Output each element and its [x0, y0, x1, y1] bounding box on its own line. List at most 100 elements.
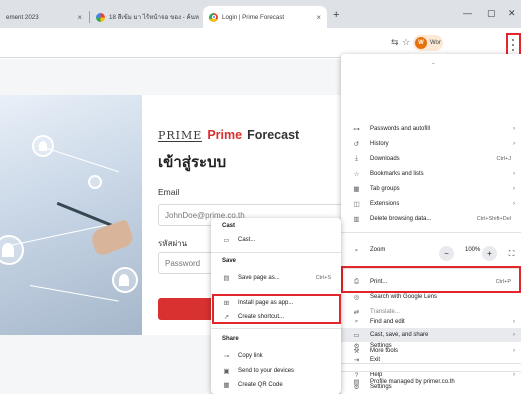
menu-divider	[341, 371, 521, 372]
business-icon: ▤	[353, 379, 360, 386]
window-close-icon[interactable]: ✕	[508, 8, 516, 19]
qr-code-icon: ▦	[223, 381, 230, 389]
bookmark-star-icon[interactable]: ☆	[402, 37, 410, 48]
menu-item-tab-groups[interactable]: ▦ Tab groups ›	[341, 182, 521, 196]
avatar: W	[415, 37, 427, 49]
chevron-right-icon: ›	[513, 126, 515, 132]
tab-strip: ement 2023 × 18 สีเข้ม มา ไร้หน้าจอ ของ …	[0, 0, 521, 28]
key-icon: ⊶	[353, 126, 360, 133]
submenu-heading-share: Share	[222, 336, 239, 342]
submenu-heading-cast: Cast	[222, 223, 236, 229]
menu-item-bookmarks[interactable]: ☆ Bookmarks and lists ›	[341, 167, 521, 181]
brand-logo: PRIME Prime Forecast	[158, 128, 299, 142]
submenu-item-cast[interactable]: ▭ Cast...	[211, 233, 341, 246]
zoom-in-button[interactable]: +	[482, 246, 497, 261]
menu-item-history[interactable]: ↺ History ›	[341, 137, 521, 151]
trash-icon: ▥	[353, 216, 360, 223]
person-icon	[119, 274, 129, 286]
translate-page-icon[interactable]: ⇆	[391, 37, 399, 48]
download-icon: ⤓	[355, 155, 358, 162]
site-favicon-icon	[209, 12, 218, 22]
tab-3-active[interactable]: Login | Prime Forecast ×	[203, 6, 327, 28]
highlight-install-shortcut	[212, 294, 341, 324]
cast-icon: ▭	[353, 332, 360, 339]
tab-2[interactable]: 18 สีเข้ม มา ไร้หน้าจอ ของ - ค้นห ×	[90, 6, 202, 28]
submenu-label: Copy link	[238, 352, 263, 359]
zoom-out-button[interactable]: −	[439, 246, 454, 261]
find-icon: ⌕	[354, 318, 359, 325]
submenu-shortcut: Ctrl+S	[315, 274, 331, 281]
chevron-right-icon: ›	[513, 332, 515, 338]
save-page-icon: ▤	[223, 274, 230, 282]
menu-label: Downloads	[370, 156, 400, 162]
new-tab-icon[interactable]: +	[333, 9, 339, 21]
zoom-icon: ⌕	[354, 247, 359, 254]
submenu-item-send-devices[interactable]: ▣ Send to your devices	[211, 364, 341, 377]
menu-item-settings-row[interactable]: ⚙ Settings	[341, 339, 521, 353]
logo-mark: PRIME	[158, 129, 203, 142]
chevron-right-icon: ›	[513, 319, 515, 325]
menu-label: Passwords and autofill	[370, 126, 431, 132]
person-icon	[39, 141, 47, 151]
close-icon[interactable]: ×	[77, 13, 82, 22]
menu-item-find-edit[interactable]: ⌕ Find and edit ›	[341, 318, 521, 326]
hand-shape	[88, 218, 136, 258]
network-line	[29, 285, 119, 302]
menu-label: Translate...	[370, 309, 400, 315]
profile-button[interactable]: W Wor	[413, 35, 443, 51]
chevron-right-icon: ›	[513, 141, 515, 147]
menu-item-delete-data[interactable]: ▥ Delete browsing data... Ctrl+Shift+Del	[341, 212, 521, 226]
menu-top-marker: –	[432, 61, 435, 67]
menu-item-translate[interactable]: ⇄ Translate...	[341, 305, 521, 319]
submenu-heading-save: Save	[222, 258, 237, 264]
menu-label: Search with Google Lens	[370, 294, 438, 300]
minimize-icon[interactable]: —	[463, 8, 472, 18]
menu-item-managed-profile[interactable]: ▤ Profile managed by primer.co.th	[341, 376, 521, 388]
menu-label: Zoom	[370, 247, 386, 253]
submenu-label: Send to your devices	[238, 367, 295, 374]
menu-item-extensions[interactable]: ◫ Extensions ›	[341, 197, 521, 211]
brand-forecast: Forecast	[247, 128, 300, 142]
menu-label: Tab groups	[370, 186, 400, 192]
maximize-icon[interactable]: ▢	[487, 8, 496, 19]
menu-label: Find and edit	[370, 319, 405, 325]
menu-item-exit[interactable]: ⇥ Exit	[341, 353, 521, 367]
submenu-label: Save page as...	[238, 274, 280, 281]
menu-label: History	[370, 141, 389, 147]
submenu-item-copy-link[interactable]: ⊸ Copy link	[211, 349, 341, 362]
menu-item-zoom: ⌕ Zoom − 100% + ⛶	[341, 246, 521, 261]
menu-label: Exit	[370, 357, 381, 363]
tab-title: 18 สีเข้ม มา ไร้หน้าจอ ของ - ค้นห	[109, 14, 199, 21]
hero-photo	[0, 95, 142, 335]
chevron-right-icon: ›	[513, 186, 515, 192]
page-title: เข้าสู่ระบบ	[158, 154, 227, 171]
devices-icon: ▣	[223, 367, 230, 375]
tab-1[interactable]: ement 2023 ×	[0, 6, 88, 28]
close-icon[interactable]: ×	[316, 13, 321, 22]
email-label: Email	[158, 187, 180, 197]
star-icon: ☆	[353, 171, 360, 178]
cast-icon: ▭	[223, 236, 230, 244]
fullscreen-icon[interactable]: ⛶	[504, 246, 519, 261]
network-node	[88, 175, 102, 189]
link-icon: ⊸	[223, 352, 230, 360]
menu-label: Extensions	[370, 201, 400, 207]
password-label: รหัสผ่าน	[158, 239, 188, 248]
menu-item-passwords[interactable]: ⊶ Passwords and autofill ›	[341, 122, 521, 136]
submenu-item-qr-code[interactable]: ▦ Create QR Code	[211, 378, 341, 391]
chevron-right-icon: ›	[513, 171, 515, 177]
menu-shortcut: Ctrl+Shift+Del	[476, 216, 511, 222]
menu-label: Bookmarks and lists	[370, 171, 424, 177]
submenu-item-save-page[interactable]: ▤ Save page as... Ctrl+S	[211, 271, 341, 284]
submenu-divider	[211, 328, 341, 329]
submenu-divider	[211, 252, 341, 253]
menu-shortcut: Ctrl+J	[496, 156, 511, 162]
person-icon	[2, 243, 14, 257]
password-placeholder: Password	[165, 258, 201, 268]
settings-icon: ⚙	[353, 343, 360, 350]
chevron-right-icon: ›	[513, 201, 515, 207]
menu-label: Profile managed by primer.co.th	[370, 379, 455, 385]
tab-groups-icon: ▦	[353, 186, 360, 193]
menu-item-downloads[interactable]: ⤓ Downloads Ctrl+J	[341, 152, 521, 166]
menu-divider	[341, 232, 521, 233]
